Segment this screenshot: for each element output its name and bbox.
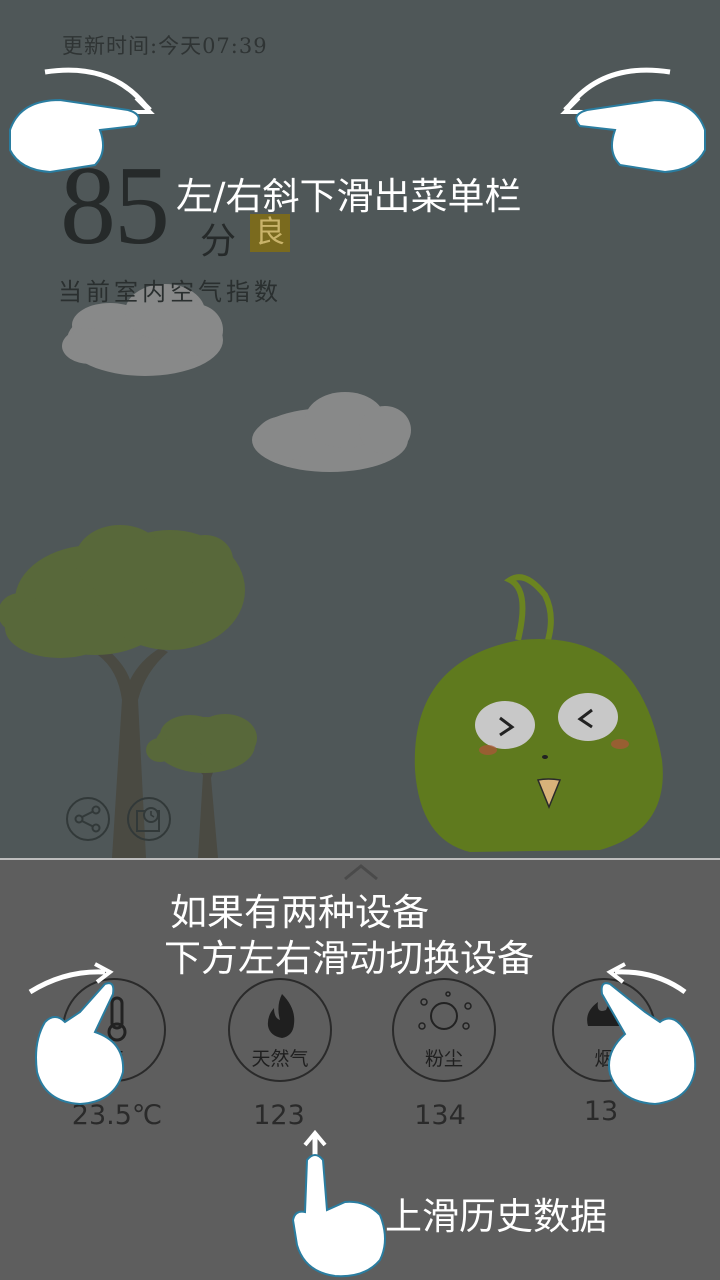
- app-screen: 更新时间:今天07:39 85 分 良 当前室内空气指数 天然气 粉尘 烟 23…: [0, 0, 720, 1280]
- sensor-label: 粉尘: [424, 1048, 463, 1070]
- sensor-reading-dust: 134: [414, 1100, 466, 1131]
- cloud-icon: [252, 392, 411, 472]
- history-swipe-hint: 上滑历史数据: [385, 1195, 607, 1238]
- chevron-up-icon[interactable]: [342, 862, 380, 882]
- tree-illustration: [146, 714, 257, 858]
- share-button[interactable]: [66, 797, 110, 841]
- device-swipe-hint-line2: 下方左右滑动切换设备: [164, 937, 534, 980]
- hand-swipe-left-icon: [600, 962, 697, 1106]
- sensor-dust[interactable]: 粉尘: [392, 978, 496, 1082]
- aqi-caption: 当前室内空气指数: [58, 278, 282, 306]
- sensor-label: 天然气: [251, 1048, 309, 1070]
- share-icon: [74, 805, 101, 833]
- hand-swipe-up-icon: [291, 1130, 386, 1278]
- menu-swipe-hint: 左/右斜下滑出菜单栏: [176, 175, 522, 218]
- history-icon: [136, 807, 160, 832]
- hand-swipe-down-right-icon: [9, 67, 155, 174]
- hand-swipe-down-left-icon: [560, 67, 706, 174]
- sensor-natural-gas[interactable]: 天然气: [228, 978, 332, 1082]
- history-button[interactable]: [127, 797, 171, 841]
- mascot-illustration: [414, 574, 663, 852]
- hand-swipe-right-icon: [28, 962, 125, 1106]
- update-time: 更新时间:今天07:39: [62, 34, 268, 58]
- sensor-reading-natural-gas: 123: [253, 1100, 305, 1131]
